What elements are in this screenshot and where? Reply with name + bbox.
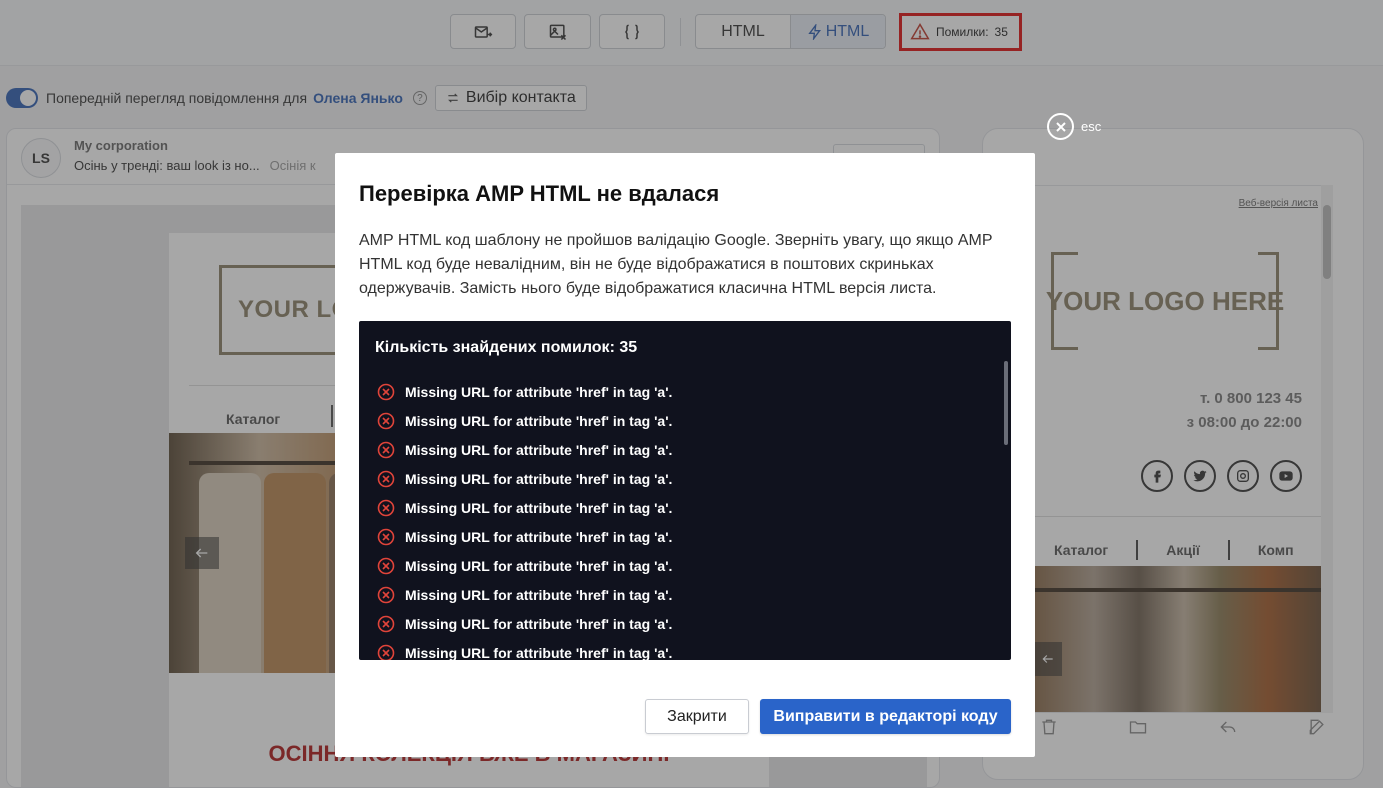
error-circle-icon	[377, 528, 395, 545]
error-circle-icon	[377, 557, 395, 574]
error-item: Missing URL for attribute 'href' in tag …	[377, 580, 977, 609]
error-text: Missing URL for attribute 'href' in tag …	[405, 586, 673, 603]
error-item: Missing URL for attribute 'href' in tag …	[377, 551, 977, 580]
error-text: Missing URL for attribute 'href' in tag …	[405, 615, 673, 632]
error-circle-icon	[377, 586, 395, 603]
errors-scrollbar[interactable]	[1004, 361, 1008, 445]
error-text: Missing URL for attribute 'href' in tag …	[405, 383, 673, 400]
esc-label: esc	[1081, 119, 1102, 134]
error-circle-icon	[377, 644, 395, 660]
error-circle-icon	[377, 412, 395, 429]
error-item: Missing URL for attribute 'href' in tag …	[377, 406, 977, 435]
error-text: Missing URL for attribute 'href' in tag …	[405, 470, 673, 487]
error-circle-icon	[377, 383, 395, 400]
amp-validation-modal: Перевірка AMP HTML не вдалася AMP HTML к…	[335, 153, 1035, 757]
error-circle-icon	[377, 615, 395, 632]
modal-description: AMP HTML код шаблону не пройшов валідаці…	[359, 232, 993, 297]
close-button[interactable]: Закрити	[645, 699, 749, 734]
error-text: Missing URL for attribute 'href' in tag …	[405, 499, 673, 516]
error-item: Missing URL for attribute 'href' in tag …	[377, 435, 977, 464]
error-circle-icon	[377, 441, 395, 458]
errors-panel: Кількість знайдених помилок: 35 Missing …	[359, 321, 1011, 660]
error-text: Missing URL for attribute 'href' in tag …	[405, 644, 673, 661]
error-item: Missing URL for attribute 'href' in tag …	[377, 493, 977, 522]
error-circle-icon	[377, 470, 395, 487]
error-item: Missing URL for attribute 'href' in tag …	[377, 609, 977, 638]
error-item: Missing URL for attribute 'href' in tag …	[377, 377, 977, 406]
esc-close[interactable]: esc	[1047, 113, 1101, 140]
error-item: Missing URL for attribute 'href' in tag …	[377, 638, 977, 660]
error-item: Missing URL for attribute 'href' in tag …	[377, 464, 977, 493]
error-list: Missing URL for attribute 'href' in tag …	[377, 377, 977, 660]
error-text: Missing URL for attribute 'href' in tag …	[405, 412, 673, 429]
error-circle-icon	[377, 499, 395, 516]
error-item: Missing URL for attribute 'href' in tag …	[377, 522, 977, 551]
error-text: Missing URL for attribute 'href' in tag …	[405, 528, 673, 545]
error-text: Missing URL for attribute 'href' in tag …	[405, 441, 673, 458]
modal-title: Перевірка AMP HTML не вдалася	[359, 181, 720, 206]
error-text: Missing URL for attribute 'href' in tag …	[405, 557, 673, 574]
errors-heading: Кількість знайдених помилок: 35	[375, 339, 638, 356]
close-icon	[1055, 121, 1066, 132]
fix-in-code-editor-button[interactable]: Виправити в редакторі коду	[760, 699, 1011, 734]
close-circle[interactable]	[1047, 113, 1074, 140]
